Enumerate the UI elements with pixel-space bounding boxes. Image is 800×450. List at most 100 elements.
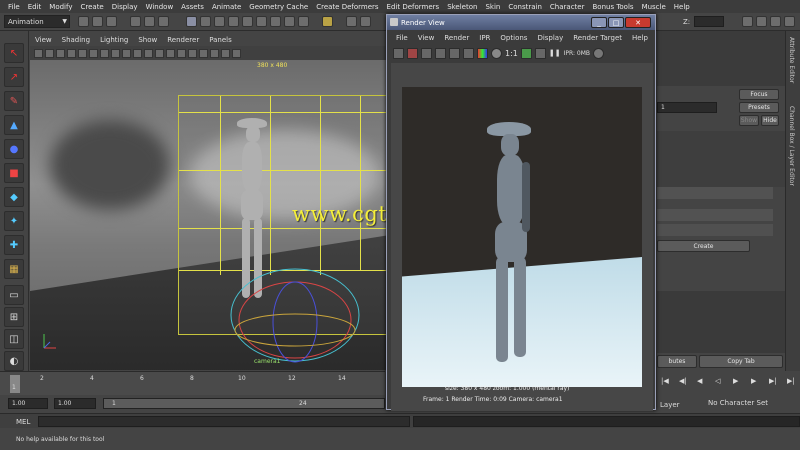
menu-set-selector[interactable]: Animation ▼ — [4, 15, 70, 28]
attribute-editor-tab[interactable]: Attribute Editor — [788, 37, 795, 83]
grease-pencil-icon[interactable] — [78, 48, 87, 58]
maximize-button[interactable]: □ — [608, 17, 624, 28]
rendered-image[interactable] — [402, 87, 642, 387]
lasso-tool-icon[interactable]: ↗ — [4, 67, 24, 87]
copy-tab-button[interactable]: Copy Tab — [699, 355, 783, 368]
alpha-channel-icon[interactable] — [491, 47, 502, 59]
camera-attributes-icon[interactable] — [34, 48, 43, 58]
playback-start-field[interactable]: 1.00 — [54, 398, 96, 409]
focus-button[interactable]: Focus — [739, 89, 779, 100]
xray-icon[interactable] — [221, 48, 230, 58]
uv-tool-icon[interactable]: ▦ — [4, 259, 24, 279]
z-field[interactable] — [694, 16, 724, 27]
panel-menu-shading[interactable]: Shading — [57, 36, 95, 44]
time-slider[interactable]: 1 2 4 6 8 10 12 14 — [0, 371, 385, 395]
render-menu-render[interactable]: Render — [439, 34, 474, 42]
real-size-label[interactable]: 1:1 — [505, 49, 518, 58]
textured-icon[interactable] — [188, 48, 197, 58]
dynamics-mask-icon[interactable] — [270, 16, 281, 27]
two-pane-layout-icon[interactable]: ◫ — [4, 329, 24, 349]
channel-box-icon[interactable] — [770, 16, 781, 27]
open-scene-icon[interactable] — [92, 16, 103, 27]
render-menu-view[interactable]: View — [413, 34, 440, 42]
step-forward-frame-icon[interactable]: ▶ — [751, 377, 756, 385]
snap-curve-icon[interactable] — [360, 16, 371, 27]
close-button[interactable]: ✕ — [625, 17, 651, 28]
joints-mask-icon[interactable] — [214, 16, 225, 27]
attributes-tab[interactable]: butes — [657, 355, 697, 368]
step-back-key-icon[interactable]: ◀| — [679, 377, 687, 385]
select-component-icon[interactable] — [158, 16, 169, 27]
pause-icon[interactable]: ❚❚ — [549, 49, 561, 57]
presets-button[interactable]: Presets — [739, 102, 779, 113]
shadows-icon[interactable] — [210, 48, 219, 58]
lights-icon[interactable] — [199, 48, 208, 58]
isolate-select-icon[interactable] — [232, 48, 241, 58]
move-tool-icon[interactable]: ▲ — [4, 115, 24, 135]
keep-image-icon[interactable] — [520, 47, 532, 59]
panel-menu-show[interactable]: Show — [133, 36, 162, 44]
create-button[interactable]: Create — [657, 240, 750, 252]
render-menu-help[interactable]: Help — [627, 34, 653, 42]
render-menu-ipr[interactable]: IPR — [474, 34, 495, 42]
menu-file[interactable]: File — [4, 3, 24, 11]
safe-title-icon[interactable] — [155, 48, 164, 58]
menu-assets[interactable]: Assets — [177, 3, 208, 11]
play-forward-icon[interactable]: ▶ — [733, 377, 738, 385]
attribute-editor-icon[interactable] — [742, 16, 753, 27]
select-tool-icon[interactable]: ↖ — [4, 43, 24, 63]
play-backward-icon[interactable]: ◁ — [715, 377, 720, 385]
color-channels-icon[interactable] — [477, 47, 488, 59]
paint-select-tool-icon[interactable]: ✎ — [4, 91, 24, 111]
panel-menu-panels[interactable]: Panels — [204, 36, 237, 44]
surfaces-mask-icon[interactable] — [242, 16, 253, 27]
render-region-icon[interactable] — [407, 47, 418, 59]
outliner-layout-icon[interactable]: ◐ — [4, 351, 24, 371]
soft-mod-tool-icon[interactable]: ✦ — [4, 211, 24, 231]
grid-icon[interactable] — [89, 48, 98, 58]
channel-box-tab[interactable]: Channel Box / Layer Editor — [788, 106, 795, 186]
notes-area[interactable] — [657, 291, 785, 353]
go-to-end-icon[interactable]: ▶| — [787, 377, 795, 385]
smooth-shade-icon[interactable] — [177, 48, 186, 58]
remove-image-icon[interactable] — [534, 47, 546, 59]
pick-mask-icon[interactable] — [186, 16, 197, 27]
save-scene-icon[interactable] — [106, 16, 117, 27]
panel-menu-view[interactable]: View — [30, 36, 57, 44]
range-slider[interactable]: 1 24 — [103, 398, 385, 409]
menu-animate[interactable]: Animate — [208, 3, 245, 11]
menu-bonus-tools[interactable]: Bonus Tools — [588, 3, 637, 11]
render-view-title-bar[interactable]: Render View _ □ ✕ — [387, 15, 655, 30]
minimize-button[interactable]: _ — [591, 17, 607, 28]
render-menu-options[interactable]: Options — [495, 34, 532, 42]
snapshot-icon[interactable] — [421, 47, 432, 59]
panel-menu-lighting[interactable]: Lighting — [95, 36, 133, 44]
menu-muscle[interactable]: Muscle — [638, 3, 670, 11]
curves-mask-icon[interactable] — [228, 16, 239, 27]
menu-skin[interactable]: Skin — [481, 3, 504, 11]
character-set-menu[interactable]: No Character Set — [705, 399, 785, 410]
start-time-field[interactable]: 1.00 — [8, 398, 48, 409]
safe-action-icon[interactable] — [144, 48, 153, 58]
command-input[interactable] — [38, 416, 410, 427]
menu-skeleton[interactable]: Skeleton — [443, 3, 481, 11]
display-rgb-icon[interactable] — [463, 47, 474, 59]
slider-row[interactable] — [657, 224, 773, 236]
menu-create[interactable]: Create — [76, 3, 107, 11]
bookmark-icon[interactable] — [45, 48, 54, 58]
gate-mask-icon[interactable] — [122, 48, 131, 58]
render-ipr-icon[interactable] — [435, 47, 446, 59]
layer-editor-icon[interactable] — [784, 16, 795, 27]
resolution-gate-icon[interactable] — [111, 48, 120, 58]
menu-constrain[interactable]: Constrain — [504, 3, 546, 11]
step-back-frame-icon[interactable]: ◀ — [697, 377, 702, 385]
render-menu-render-target[interactable]: Render Target — [568, 34, 627, 42]
select-object-icon[interactable] — [144, 16, 155, 27]
handles-mask-icon[interactable] — [200, 16, 211, 27]
go-to-start-icon[interactable]: |◀ — [661, 377, 669, 385]
deformations-mask-icon[interactable] — [256, 16, 267, 27]
menu-edit-deformers[interactable]: Edit Deformers — [383, 3, 444, 11]
show-button[interactable]: Show — [739, 115, 759, 126]
redo-previous-render-icon[interactable] — [393, 47, 404, 59]
menu-modify[interactable]: Modify — [45, 3, 76, 11]
